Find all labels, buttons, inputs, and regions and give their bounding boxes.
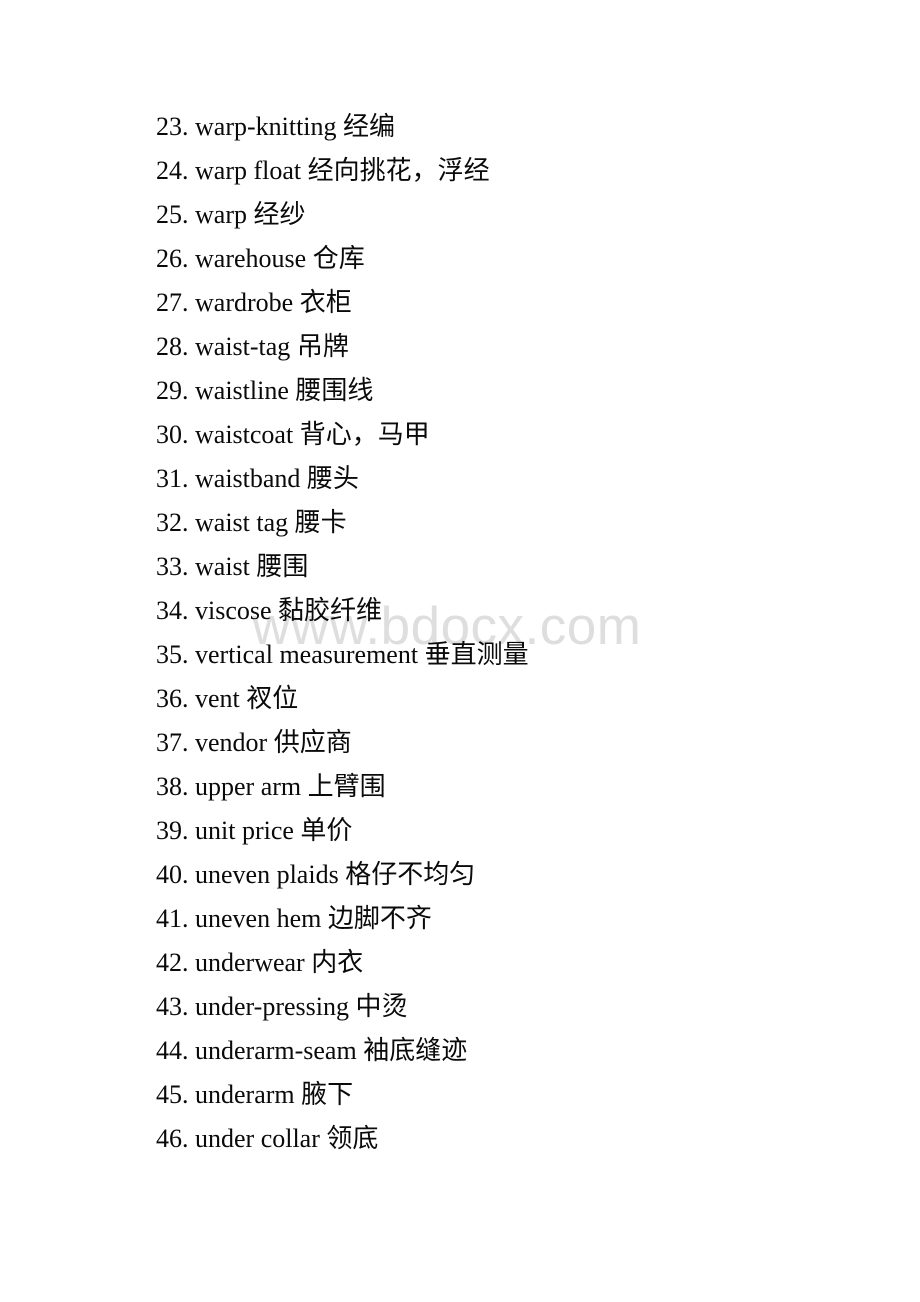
entry-number: 44. bbox=[156, 1036, 189, 1065]
entry-gloss: 衣柜 bbox=[299, 288, 352, 317]
glossary-entry: 39. unit price 单价 bbox=[0, 809, 920, 853]
entry-number: 45. bbox=[156, 1080, 189, 1109]
entry-term: unit price bbox=[195, 816, 294, 845]
glossary-entry: 32. waist tag 腰卡 bbox=[0, 501, 920, 545]
entry-term: waist tag bbox=[195, 508, 289, 537]
glossary-list: 23. warp-knitting 经编 24. warp float 经向挑花，… bbox=[0, 0, 920, 1161]
entry-number: 46. bbox=[156, 1124, 189, 1153]
entry-term: warehouse bbox=[195, 244, 307, 273]
entry-term: waist bbox=[195, 552, 250, 581]
entry-gloss: 内衣 bbox=[311, 948, 364, 977]
document-page: www.bdocx.com 23. warp-knitting 经编 24. wa… bbox=[0, 0, 920, 1302]
glossary-entry: 45. underarm 腋下 bbox=[0, 1073, 920, 1117]
entry-number: 25. bbox=[156, 200, 189, 229]
entry-term: waistcoat bbox=[195, 420, 294, 449]
entry-gloss: 中烫 bbox=[355, 992, 408, 1021]
entry-term: waist-tag bbox=[195, 332, 291, 361]
entry-term: underarm-seam bbox=[195, 1036, 357, 1065]
entry-number: 24. bbox=[156, 156, 189, 185]
entry-number: 34. bbox=[156, 596, 189, 625]
entry-gloss: 腰围线 bbox=[295, 376, 374, 405]
entry-number: 42. bbox=[156, 948, 189, 977]
entry-term: under-pressing bbox=[195, 992, 349, 1021]
glossary-entry: 29. waistline 腰围线 bbox=[0, 369, 920, 413]
entry-gloss: 领底 bbox=[326, 1124, 379, 1153]
entry-gloss: 经编 bbox=[343, 112, 396, 141]
entry-gloss: 袖底缝迹 bbox=[363, 1036, 468, 1065]
entry-gloss: 腋下 bbox=[301, 1080, 354, 1109]
entry-gloss: 腰头 bbox=[306, 464, 359, 493]
entry-term: viscose bbox=[195, 596, 272, 625]
glossary-entry: 42. underwear 内衣 bbox=[0, 941, 920, 985]
entry-gloss: 格仔不均匀 bbox=[345, 860, 476, 889]
entry-gloss: 腰围 bbox=[256, 552, 309, 581]
glossary-entry: 34. viscose 黏胶纤维 bbox=[0, 589, 920, 633]
entry-number: 35. bbox=[156, 640, 189, 669]
glossary-entry: 46. under collar 领底 bbox=[0, 1117, 920, 1161]
entry-term: waistband bbox=[195, 464, 301, 493]
glossary-entry: 26. warehouse 仓库 bbox=[0, 237, 920, 281]
entry-gloss: 黏胶纤维 bbox=[278, 596, 383, 625]
entry-term: vendor bbox=[195, 728, 268, 757]
entry-term: wardrobe bbox=[195, 288, 294, 317]
entry-gloss: 垂直测量 bbox=[424, 640, 529, 669]
entry-term: warp float bbox=[195, 156, 302, 185]
entry-number: 30. bbox=[156, 420, 189, 449]
glossary-entry: 40. uneven plaids 格仔不均匀 bbox=[0, 853, 920, 897]
entry-number: 26. bbox=[156, 244, 189, 273]
entry-number: 38. bbox=[156, 772, 189, 801]
glossary-entry: 41. uneven hem 边脚不齐 bbox=[0, 897, 920, 941]
entry-gloss: 仓库 bbox=[312, 244, 365, 273]
entry-number: 41. bbox=[156, 904, 189, 933]
glossary-entry: 36. vent 衩位 bbox=[0, 677, 920, 721]
entry-gloss: 腰卡 bbox=[294, 508, 347, 537]
entry-number: 40. bbox=[156, 860, 189, 889]
entry-number: 23. bbox=[156, 112, 189, 141]
glossary-entry: 24. warp float 经向挑花，浮经 bbox=[0, 149, 920, 193]
entry-gloss: 边脚不齐 bbox=[327, 904, 432, 933]
entry-number: 43. bbox=[156, 992, 189, 1021]
glossary-entry: 31. waistband 腰头 bbox=[0, 457, 920, 501]
entry-number: 31. bbox=[156, 464, 189, 493]
entry-number: 29. bbox=[156, 376, 189, 405]
entry-term: warp bbox=[195, 200, 247, 229]
entry-gloss: 上臂围 bbox=[307, 772, 386, 801]
entry-gloss: 衩位 bbox=[246, 684, 299, 713]
entry-number: 37. bbox=[156, 728, 189, 757]
entry-term: vent bbox=[195, 684, 240, 713]
entry-number: 39. bbox=[156, 816, 189, 845]
entry-gloss: 经纱 bbox=[253, 200, 306, 229]
entry-term: waistline bbox=[195, 376, 289, 405]
entry-gloss: 单价 bbox=[300, 816, 353, 845]
glossary-entry: 25. warp 经纱 bbox=[0, 193, 920, 237]
entry-term: uneven hem bbox=[195, 904, 322, 933]
entry-gloss: 经向挑花，浮经 bbox=[307, 156, 490, 185]
glossary-entry: 23. warp-knitting 经编 bbox=[0, 105, 920, 149]
entry-number: 27. bbox=[156, 288, 189, 317]
entry-term: upper arm bbox=[195, 772, 302, 801]
entry-term: warp-knitting bbox=[195, 112, 337, 141]
entry-gloss: 供应商 bbox=[273, 728, 352, 757]
glossary-entry: 33. waist 腰围 bbox=[0, 545, 920, 589]
entry-term: underarm bbox=[195, 1080, 295, 1109]
glossary-entry: 35. vertical measurement 垂直测量 bbox=[0, 633, 920, 677]
glossary-entry: 27. wardrobe 衣柜 bbox=[0, 281, 920, 325]
glossary-entry: 38. upper arm 上臂围 bbox=[0, 765, 920, 809]
entry-term: underwear bbox=[195, 948, 305, 977]
glossary-entry: 30. waistcoat 背心，马甲 bbox=[0, 413, 920, 457]
glossary-entry: 37. vendor 供应商 bbox=[0, 721, 920, 765]
entry-number: 28. bbox=[156, 332, 189, 361]
glossary-entry: 44. underarm-seam 袖底缝迹 bbox=[0, 1029, 920, 1073]
entry-number: 33. bbox=[156, 552, 189, 581]
entry-term: under collar bbox=[195, 1124, 320, 1153]
entry-term: uneven plaids bbox=[195, 860, 339, 889]
entry-number: 36. bbox=[156, 684, 189, 713]
entry-number: 32. bbox=[156, 508, 189, 537]
glossary-entry: 28. waist-tag 吊牌 bbox=[0, 325, 920, 369]
entry-gloss: 吊牌 bbox=[296, 332, 349, 361]
entry-term: vertical measurement bbox=[195, 640, 419, 669]
glossary-entry: 43. under-pressing 中烫 bbox=[0, 985, 920, 1029]
entry-gloss: 背心，马甲 bbox=[299, 420, 430, 449]
